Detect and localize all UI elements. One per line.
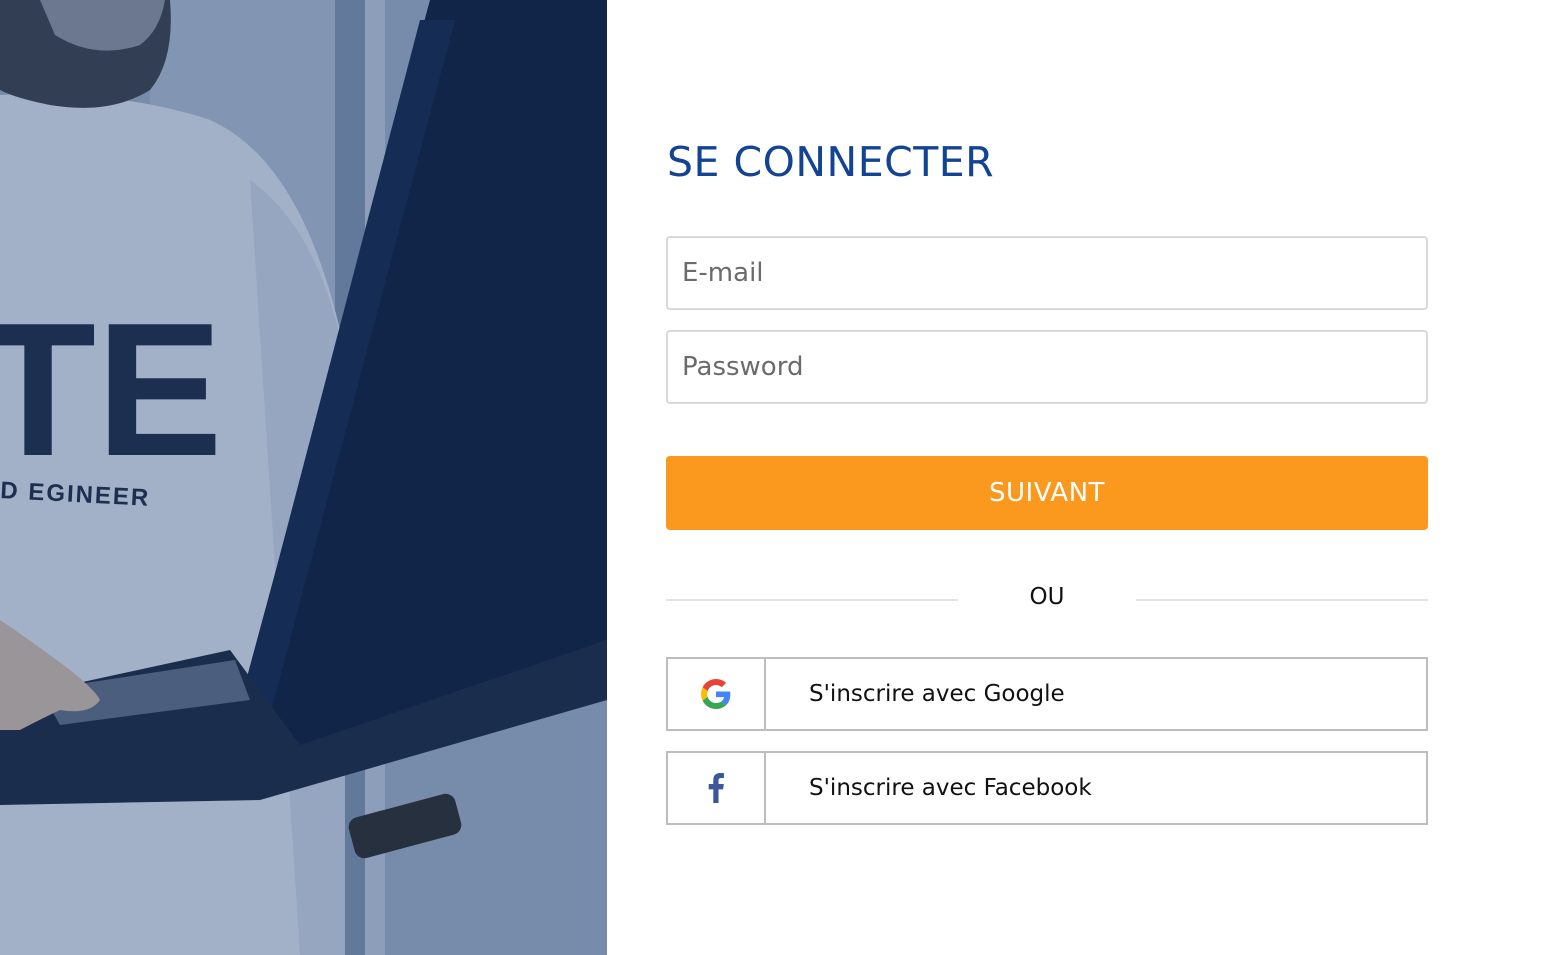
email-field[interactable] <box>666 236 1428 310</box>
divider-line-right <box>1136 599 1428 601</box>
google-icon-cell <box>668 659 766 729</box>
login-panel: SE CONNECTER SUIVANT OU S'inscrire avec … <box>607 0 1541 955</box>
hero-image: TE D EGINEER <box>0 0 607 955</box>
facebook-icon-cell <box>668 753 766 823</box>
password-field[interactable] <box>666 330 1428 404</box>
page-title: SE CONNECTER <box>667 138 995 186</box>
facebook-icon <box>708 773 724 803</box>
hero-illustration: TE D EGINEER <box>0 0 607 955</box>
google-signup-button[interactable]: S'inscrire avec Google <box>666 657 1428 731</box>
facebook-signup-button[interactable]: S'inscrire avec Facebook <box>666 751 1428 825</box>
google-signup-label: S'inscrire avec Google <box>809 681 1065 707</box>
google-icon <box>701 679 731 709</box>
divider-line-left <box>666 599 958 601</box>
next-button[interactable]: SUIVANT <box>666 456 1428 530</box>
divider-label: OU <box>1029 584 1065 610</box>
facebook-signup-label: S'inscrire avec Facebook <box>809 775 1092 801</box>
